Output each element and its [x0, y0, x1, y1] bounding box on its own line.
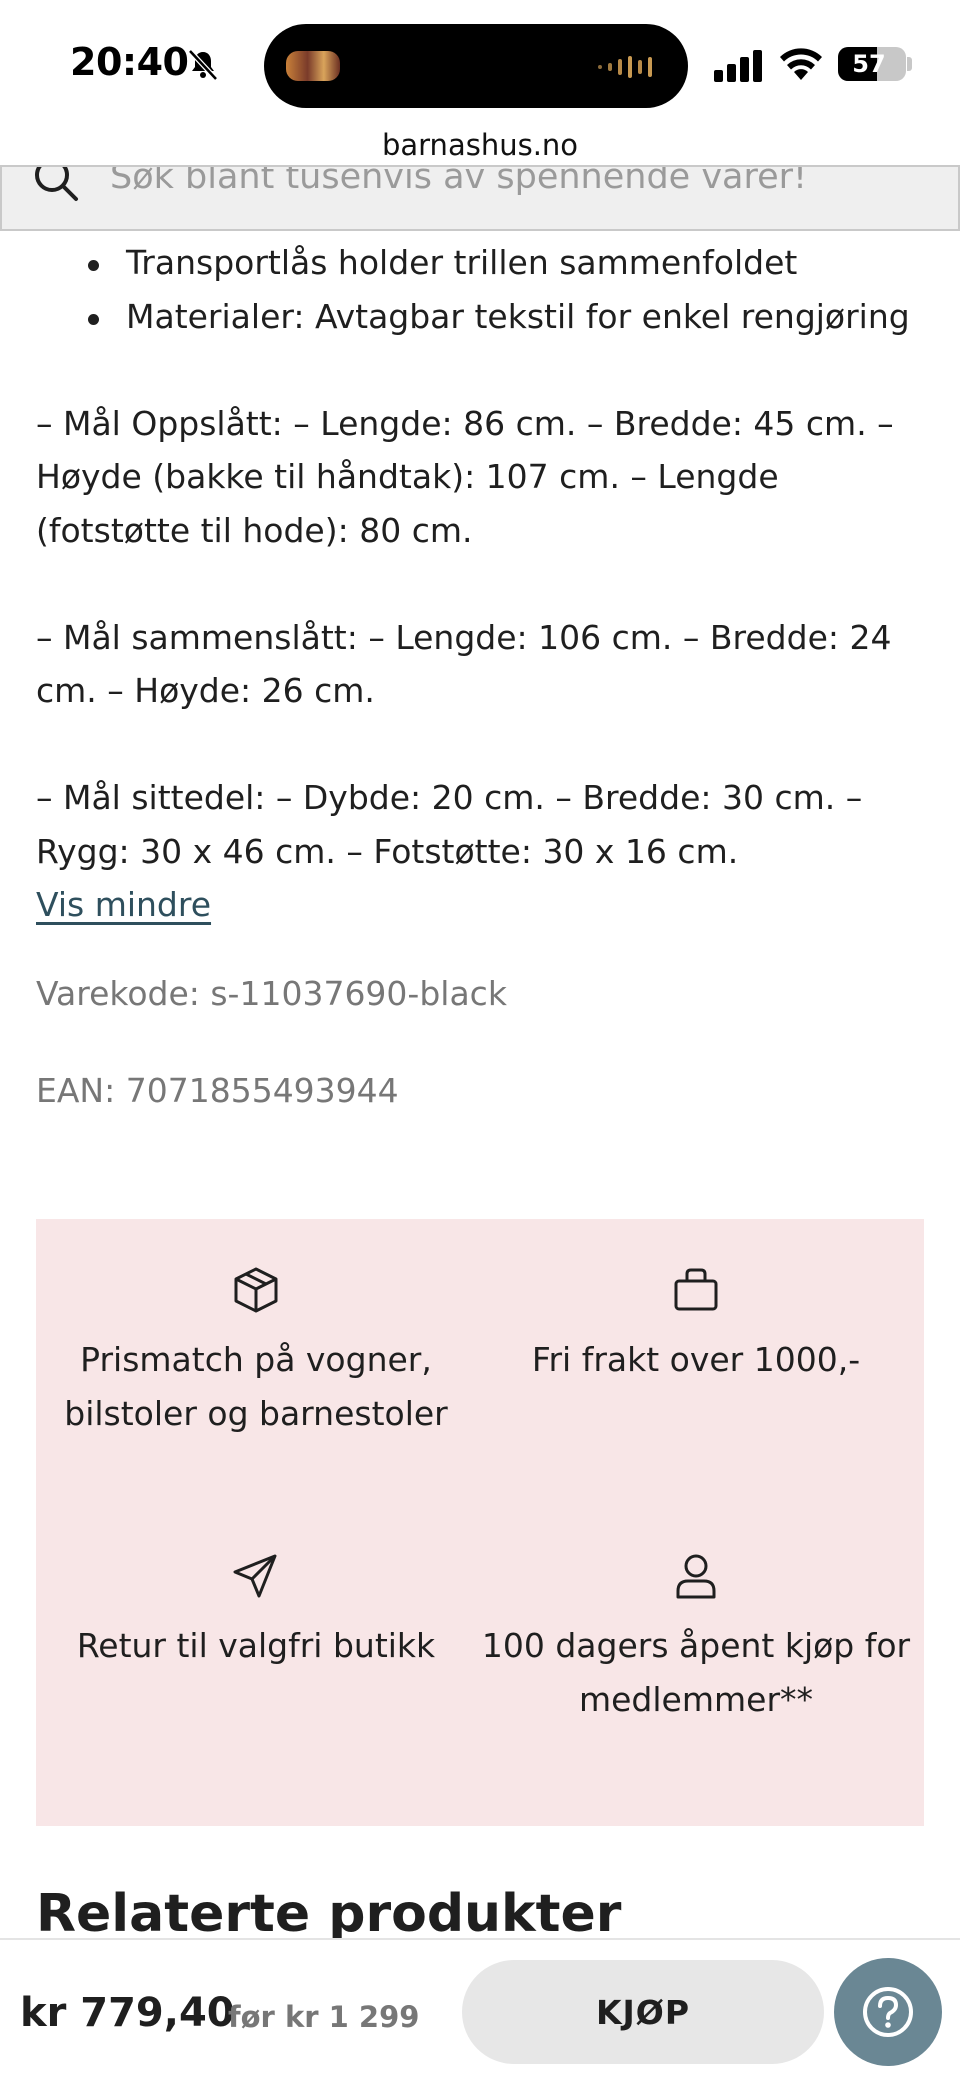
now-playing-artwork-icon [286, 51, 340, 81]
battery-icon: 57 [838, 47, 906, 81]
address-bar-url[interactable]: barnashus.no [0, 128, 960, 162]
list-item: Materialer: Avtagbar tekstil for enkel r… [88, 290, 928, 344]
previous-price: før kr 1 299 [228, 2000, 420, 2034]
benefit-open-purchase: 100 dagers åpent kjøp for medlemmer** [476, 1551, 916, 1726]
product-description: Transportlås holder trillen sammenfoldet… [36, 236, 928, 1118]
purchase-bar: kr 779,40 før kr 1 299 KJØP [0, 1938, 960, 2081]
sku-code: Varekode: s-11037690-black [36, 973, 507, 1013]
benefit-label: Prismatch på vogner, bilstoler og barnes… [64, 1340, 448, 1433]
list-item: Transportlås holder trillen sammenfoldet [88, 236, 928, 290]
benefit-label: 100 dagers åpent kjøp for medlemmer** [481, 1626, 911, 1719]
current-price: kr 779,40 [20, 1990, 235, 2036]
user-icon [676, 1554, 716, 1599]
dimensions-folded: – Mål sammenslått: – Lengde: 106 cm. – B… [36, 617, 892, 711]
buy-button[interactable]: KJØP [462, 1960, 824, 2064]
search-icon[interactable] [32, 165, 82, 205]
feature-list: Transportlås holder trillen sammenfoldet… [36, 236, 928, 343]
wifi-icon [780, 48, 822, 80]
status-bar: 20:40 57 [0, 0, 960, 125]
benefit-free-shipping: Fri frakt over 1000,- [476, 1265, 916, 1387]
related-products-heading: Relaterte produkter [36, 1884, 622, 1944]
help-icon [863, 1987, 913, 2037]
show-less-link[interactable]: Vis mindre [36, 878, 211, 932]
dimensions-seat: – Mål sittedel: – Dybde: 20 cm. – Bredde… [36, 778, 863, 871]
dynamic-island[interactable] [264, 24, 688, 108]
clock: 20:40 [70, 40, 189, 84]
search-input[interactable] [110, 167, 910, 205]
benefits-panel: Prismatch på vogner, bilstoler og barnes… [36, 1219, 924, 1826]
search-bar[interactable] [0, 165, 960, 231]
shopping-bag-icon [674, 1268, 718, 1311]
battery-cap [907, 57, 912, 71]
benefit-label: Retur til valgfri butikk [76, 1626, 436, 1665]
package-icon [234, 1267, 278, 1313]
dimensions-unfolded: – Mål Oppslått: – Lengde: 86 cm. – Bredd… [36, 403, 894, 550]
ean-code: EAN: 7071855493944 [36, 1071, 399, 1110]
send-icon [233, 1554, 277, 1598]
help-button[interactable] [834, 1958, 942, 2066]
battery-percent: 57 [852, 50, 886, 78]
benefit-returns: Retur til valgfri butikk [36, 1551, 476, 1673]
benefit-price-match: Prismatch på vogner, bilstoler og barnes… [36, 1265, 476, 1440]
product-page: 20:40 57 barnashus.no Søk blant tusenvis… [0, 0, 960, 2081]
audio-waveform-icon [598, 56, 652, 78]
bell-muted-icon [188, 49, 218, 81]
benefit-label: Fri frakt over 1000,- [531, 1340, 861, 1379]
cellular-signal-icon [714, 50, 762, 82]
